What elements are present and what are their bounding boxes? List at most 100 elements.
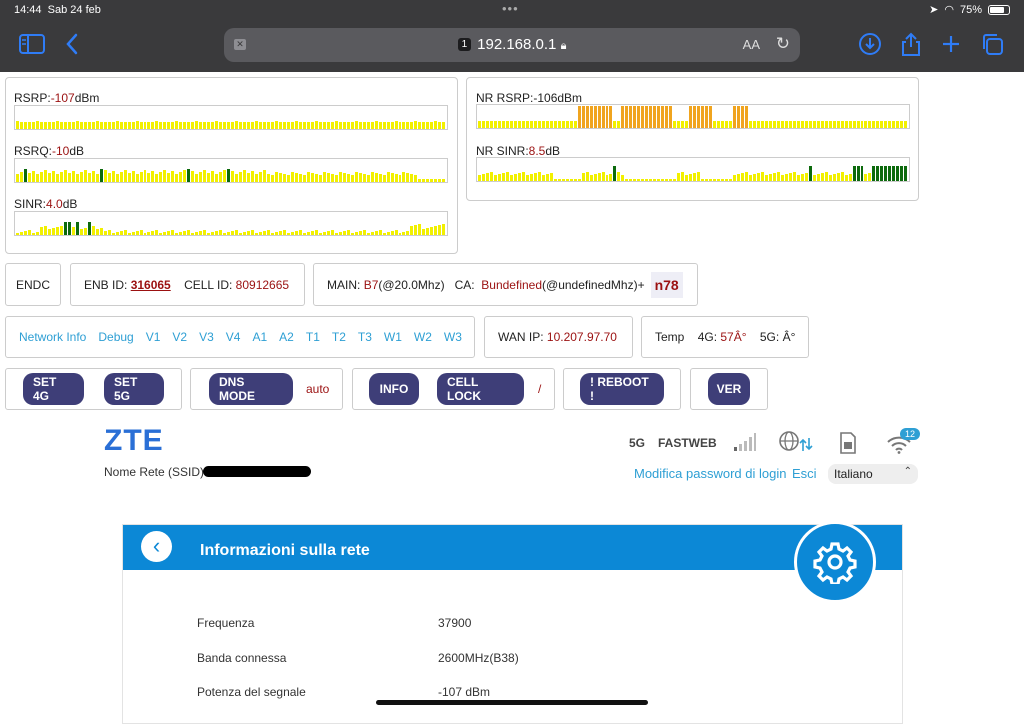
nav-link-v2[interactable]: V2 bbox=[172, 330, 187, 344]
history-bar-segment bbox=[629, 106, 633, 128]
history-bar-segment bbox=[478, 121, 481, 128]
text-size-button[interactable]: AA bbox=[743, 37, 760, 52]
history-bar-segment bbox=[569, 179, 573, 181]
history-bar-segment bbox=[418, 224, 422, 235]
history-bar-segment bbox=[669, 179, 673, 181]
set-5g-button[interactable]: SET 5G bbox=[104, 373, 164, 405]
set-4g-button[interactable]: SET 4G bbox=[23, 373, 84, 405]
address-bar[interactable]: ✕ 1 192.168.0.1 🔒︎ AA ↻ bbox=[224, 28, 800, 62]
history-bar-segment bbox=[31, 122, 35, 129]
history-bar-segment bbox=[310, 231, 314, 235]
version-button[interactable]: VER bbox=[708, 373, 750, 405]
history-bar-segment bbox=[856, 166, 860, 181]
history-bar-segment bbox=[641, 106, 645, 128]
card-header: ‹ Informazioni sulla rete bbox=[123, 525, 902, 570]
nav-link-w2[interactable]: W2 bbox=[414, 330, 432, 344]
history-bar-segment bbox=[302, 122, 306, 129]
history-bar-segment bbox=[661, 106, 665, 128]
nav-link-t1[interactable]: T1 bbox=[306, 330, 320, 344]
ssid-label: Nome Rete (SSID): bbox=[104, 465, 208, 479]
nav-link-w3[interactable]: W3 bbox=[444, 330, 462, 344]
language-select[interactable]: Italiano ⌃ bbox=[828, 464, 918, 484]
back-button[interactable]: ‹ bbox=[141, 531, 172, 562]
settings-gear-button[interactable] bbox=[794, 521, 876, 603]
history-bar-segment bbox=[418, 179, 422, 182]
chevron-left-icon: ‹ bbox=[152, 533, 161, 558]
history-bar-segment bbox=[278, 231, 282, 235]
nav-link-v4[interactable]: V4 bbox=[226, 330, 241, 344]
history-bar-segment bbox=[904, 121, 908, 128]
nav-link-t3[interactable]: T3 bbox=[358, 330, 372, 344]
history-bar-segment bbox=[330, 174, 334, 182]
history-bar-segment bbox=[103, 170, 107, 182]
history-bar-segment bbox=[155, 230, 159, 235]
change-password-link[interactable]: Modifica password di login bbox=[634, 466, 786, 481]
nav-link-v1[interactable]: V1 bbox=[146, 330, 161, 344]
nav-link-network-info[interactable]: Network Info bbox=[19, 330, 86, 344]
history-bar-segment bbox=[227, 232, 231, 235]
logout-link[interactable]: Esci bbox=[792, 466, 817, 481]
history-bar-segment bbox=[382, 122, 386, 129]
history-bar-segment bbox=[438, 122, 442, 129]
history-bar-segment bbox=[99, 228, 103, 235]
multitask-dots-icon[interactable]: ••• bbox=[502, 1, 519, 16]
history-bar-segment bbox=[31, 171, 35, 182]
history-bar-segment bbox=[529, 121, 533, 128]
history-bar-segment bbox=[406, 122, 410, 129]
cell-lock-button[interactable]: CELL LOCK bbox=[437, 373, 524, 405]
back-chevron-icon[interactable] bbox=[58, 30, 86, 58]
tab-count-badge: 1 bbox=[457, 38, 472, 51]
history-bar-segment bbox=[577, 179, 581, 181]
history-bar-segment bbox=[298, 122, 302, 129]
history-bar-segment bbox=[816, 121, 820, 128]
history-bar-segment bbox=[633, 106, 637, 128]
history-bar-segment bbox=[95, 121, 99, 129]
history-bar-segment bbox=[19, 232, 23, 235]
history-bar-segment bbox=[553, 121, 557, 128]
enb-id-link[interactable]: 316065 bbox=[131, 278, 171, 292]
history-bar-segment bbox=[641, 179, 645, 181]
tabs-overview-icon[interactable] bbox=[978, 30, 1006, 58]
download-icon[interactable] bbox=[856, 30, 884, 58]
history-bar-segment bbox=[752, 174, 756, 181]
url-display[interactable]: 1 192.168.0.1 🔒︎ bbox=[224, 36, 800, 53]
nav-link-debug[interactable]: Debug bbox=[98, 330, 133, 344]
history-bar-segment bbox=[557, 179, 561, 181]
history-bar-segment bbox=[760, 121, 764, 128]
nav-link-v3[interactable]: V3 bbox=[199, 330, 214, 344]
history-bar-segment bbox=[19, 122, 23, 129]
history-bar-segment bbox=[47, 122, 51, 129]
reload-icon[interactable]: ↻ bbox=[776, 34, 790, 54]
history-bar-segment bbox=[354, 121, 358, 129]
home-indicator[interactable] bbox=[376, 700, 648, 705]
nav-link-w1[interactable]: W1 bbox=[384, 330, 402, 344]
dns-mode-button[interactable]: DNS MODE bbox=[209, 373, 293, 405]
history-bar-segment bbox=[358, 231, 362, 235]
history-bar-segment bbox=[79, 172, 83, 182]
history-bar-segment bbox=[171, 122, 175, 129]
history-bar-segment bbox=[426, 179, 430, 182]
nav-link-t2[interactable]: T2 bbox=[332, 330, 346, 344]
history-bar-segment bbox=[828, 121, 832, 128]
history-bar-segment bbox=[398, 175, 402, 182]
history-bar-segment bbox=[175, 233, 179, 235]
reboot-button[interactable]: ! REBOOT ! bbox=[580, 373, 664, 405]
nav-link-a2[interactable]: A2 bbox=[279, 330, 294, 344]
history-bar-segment bbox=[430, 122, 434, 129]
history-bar-segment bbox=[497, 121, 501, 128]
nav-link-a1[interactable]: A1 bbox=[252, 330, 267, 344]
history-bar-segment bbox=[581, 173, 585, 181]
history-bar-segment bbox=[23, 169, 27, 182]
new-tab-icon[interactable] bbox=[937, 30, 965, 58]
history-bar-segment bbox=[103, 231, 107, 235]
history-bar-segment bbox=[609, 106, 613, 128]
info-button[interactable]: INFO bbox=[369, 373, 419, 405]
history-bar-segment bbox=[322, 122, 326, 129]
history-bar-segment bbox=[338, 172, 342, 182]
history-bar-segment bbox=[430, 179, 434, 182]
history-bar-segment bbox=[263, 122, 267, 129]
share-icon[interactable] bbox=[897, 30, 925, 58]
history-bar-segment bbox=[302, 233, 306, 235]
history-bar-segment bbox=[489, 172, 493, 181]
sidebar-icon[interactable] bbox=[18, 30, 46, 58]
